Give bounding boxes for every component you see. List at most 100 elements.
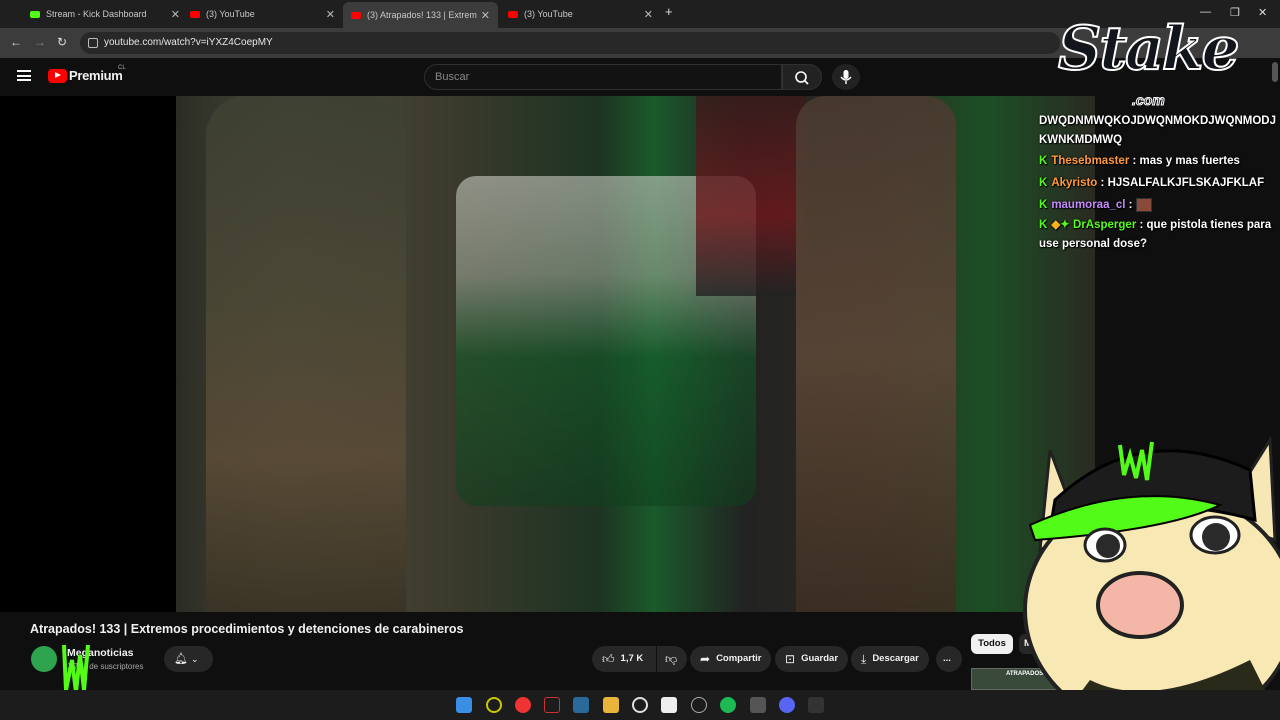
save-button[interactable]: ⊡ Guardar bbox=[775, 646, 849, 672]
app-icon[interactable] bbox=[661, 697, 677, 713]
app-icon[interactable] bbox=[808, 697, 824, 713]
youtube-icon bbox=[508, 10, 518, 18]
chat-username: maumoraa_cl bbox=[1051, 199, 1126, 211]
stake-domain: .com bbox=[1132, 92, 1166, 109]
brand-label: Premium bbox=[69, 68, 123, 83]
chat-text: : bbox=[1128, 199, 1133, 211]
close-tab-icon[interactable]: ✕ bbox=[481, 9, 490, 22]
bookmark-icon: ⊡ bbox=[785, 652, 796, 666]
steam-icon[interactable] bbox=[750, 697, 766, 713]
bell-icon: 🔔︎ bbox=[174, 653, 188, 665]
search-input[interactable]: Buscar bbox=[424, 64, 782, 90]
app-icon[interactable] bbox=[486, 697, 502, 713]
chat-username: DrAsperger bbox=[1073, 219, 1137, 231]
video-title: Atrapados! 133 | Extremos procedimientos… bbox=[30, 622, 464, 636]
search-button[interactable] bbox=[782, 64, 822, 90]
channel-avatar[interactable] bbox=[31, 646, 57, 672]
like-count: 1,7 K bbox=[620, 653, 644, 664]
emote-icon bbox=[1135, 197, 1152, 212]
youtube-play-icon bbox=[48, 68, 67, 83]
chat-username: Thesebmaster bbox=[1051, 155, 1130, 167]
download-label: Descargar bbox=[872, 653, 919, 664]
kick-badge-icon: K bbox=[1039, 199, 1048, 211]
chat-username: Akyristo bbox=[1051, 177, 1098, 189]
tab-kick-dashboard[interactable]: Stream - Kick Dashboard ✕ bbox=[30, 4, 180, 24]
tab-youtube-2[interactable]: (3) YouTube ✕ bbox=[508, 4, 653, 24]
chat-message: DWQDNMWQKOJDWQNMOKDJWQNMODJKWNKMDMWQ bbox=[1039, 112, 1280, 150]
chip-all[interactable]: Todos bbox=[971, 634, 1013, 654]
app-icon[interactable] bbox=[544, 697, 560, 713]
reload-icon[interactable]: ↻ bbox=[57, 35, 67, 49]
tab-label: Stream - Kick Dashboard bbox=[46, 9, 147, 19]
page-scrollbar[interactable] bbox=[1272, 62, 1278, 82]
download-button[interactable]: ⤓ Descargar bbox=[851, 646, 929, 672]
site-info-icon[interactable] bbox=[88, 38, 98, 48]
search-icon bbox=[795, 71, 809, 85]
chat-text: : HJSALFALKJFLSKAJFKLAF bbox=[1100, 177, 1265, 189]
spotify-icon[interactable] bbox=[720, 697, 736, 713]
detainee-graphic bbox=[696, 96, 806, 296]
menu-icon[interactable] bbox=[17, 70, 31, 81]
more-icon: ... bbox=[943, 653, 951, 664]
kick-icon bbox=[30, 10, 40, 18]
close-window-icon[interactable]: ✕ bbox=[1258, 6, 1267, 19]
youtube-icon bbox=[351, 11, 361, 19]
save-label: Guardar bbox=[801, 653, 839, 664]
chevron-down-icon: ⌄ bbox=[191, 654, 199, 664]
chat-text: DWQDNMWQKOJDWQNMOKDJWQNMODJKWNKMDMWQ bbox=[1039, 115, 1277, 146]
thumb-up-icon: 👍︎ bbox=[602, 652, 615, 666]
url-text: youtube.com/watch?v=iYXZ4CoepMY bbox=[104, 37, 273, 48]
tab-youtube-1[interactable]: (3) YouTube ✕ bbox=[190, 4, 335, 24]
chrome-icon[interactable] bbox=[515, 697, 531, 713]
gift-badge-icon: ◆ bbox=[1051, 219, 1061, 231]
officer-left-graphic bbox=[206, 96, 406, 612]
monster-logo-icon bbox=[62, 644, 90, 693]
share-label: Compartir bbox=[716, 653, 762, 664]
officer-right-graphic bbox=[796, 96, 956, 612]
chat-message: K ◆✦ DrAsperger : que pistola tienes para… bbox=[1039, 216, 1280, 254]
download-icon: ⤓ bbox=[861, 652, 867, 666]
back-icon[interactable]: ← bbox=[10, 35, 22, 49]
tab-atrapados[interactable]: (3) Atrapados! 133 | Extrem ✕ bbox=[343, 2, 498, 28]
windows-start-icon[interactable] bbox=[456, 697, 472, 713]
tab-label: (3) YouTube bbox=[206, 9, 255, 19]
kick-badge-icon: K bbox=[1039, 177, 1048, 189]
more-actions-button[interactable]: ... bbox=[936, 646, 962, 672]
chat-message: Kmaumoraa_cl : bbox=[1039, 194, 1280, 216]
chat-overlay: DWQDNMWQKOJDWQNMOKDJWQNMODJKWNKMDMWQ K Th… bbox=[1039, 112, 1280, 254]
forward-icon[interactable]: → bbox=[34, 35, 46, 49]
new-tab-button[interactable]: + bbox=[665, 4, 673, 19]
chat-message: K Thesebmaster : mas y mas fuertes bbox=[1039, 150, 1280, 172]
discord-icon[interactable] bbox=[779, 697, 795, 713]
video-player[interactable] bbox=[0, 96, 1095, 612]
dislike-button[interactable]: 👎︎ bbox=[657, 646, 687, 672]
stake-logo: Stake bbox=[1057, 13, 1241, 85]
mic-icon bbox=[840, 70, 852, 84]
thumb-down-icon: 👎︎ bbox=[665, 652, 678, 666]
kick-badge-icon: K bbox=[1039, 219, 1048, 231]
folder-icon[interactable] bbox=[603, 697, 619, 713]
share-button[interactable]: ➦ Compartir bbox=[690, 646, 772, 672]
close-tab-icon[interactable]: ✕ bbox=[644, 8, 653, 21]
url-field[interactable]: youtube.com/watch?v=iYXZ4CoepMY bbox=[80, 32, 1060, 54]
youtube-icon bbox=[190, 10, 200, 18]
notifications-button[interactable]: 🔔︎ ⌄ bbox=[164, 646, 213, 672]
app-icon[interactable] bbox=[691, 697, 707, 713]
tab-label: (3) YouTube bbox=[524, 9, 573, 19]
youtube-logo[interactable]: Premium CL bbox=[48, 65, 126, 83]
country-code: CL bbox=[118, 65, 126, 71]
chat-message: K Akyristo : HJSALFALKJFLSKAJFKLAF bbox=[1039, 172, 1280, 194]
app-icon[interactable] bbox=[573, 697, 589, 713]
share-icon: ➦ bbox=[700, 652, 711, 666]
obs-icon[interactable] bbox=[632, 697, 648, 713]
voice-search-button[interactable] bbox=[832, 64, 860, 90]
close-tab-icon[interactable]: ✕ bbox=[171, 8, 180, 21]
close-tab-icon[interactable]: ✕ bbox=[326, 8, 335, 21]
sparkle-badge-icon: ✦ bbox=[1060, 219, 1070, 231]
chat-text: : mas y mas fuertes bbox=[1132, 155, 1240, 167]
cat-mascot-graphic bbox=[1023, 435, 1280, 720]
like-button[interactable]: 👍︎ 1,7 K bbox=[592, 646, 656, 672]
kick-badge-icon: K bbox=[1039, 155, 1048, 167]
tab-label: (3) Atrapados! 133 | Extrem bbox=[367, 10, 477, 20]
video-frame bbox=[176, 96, 1095, 612]
